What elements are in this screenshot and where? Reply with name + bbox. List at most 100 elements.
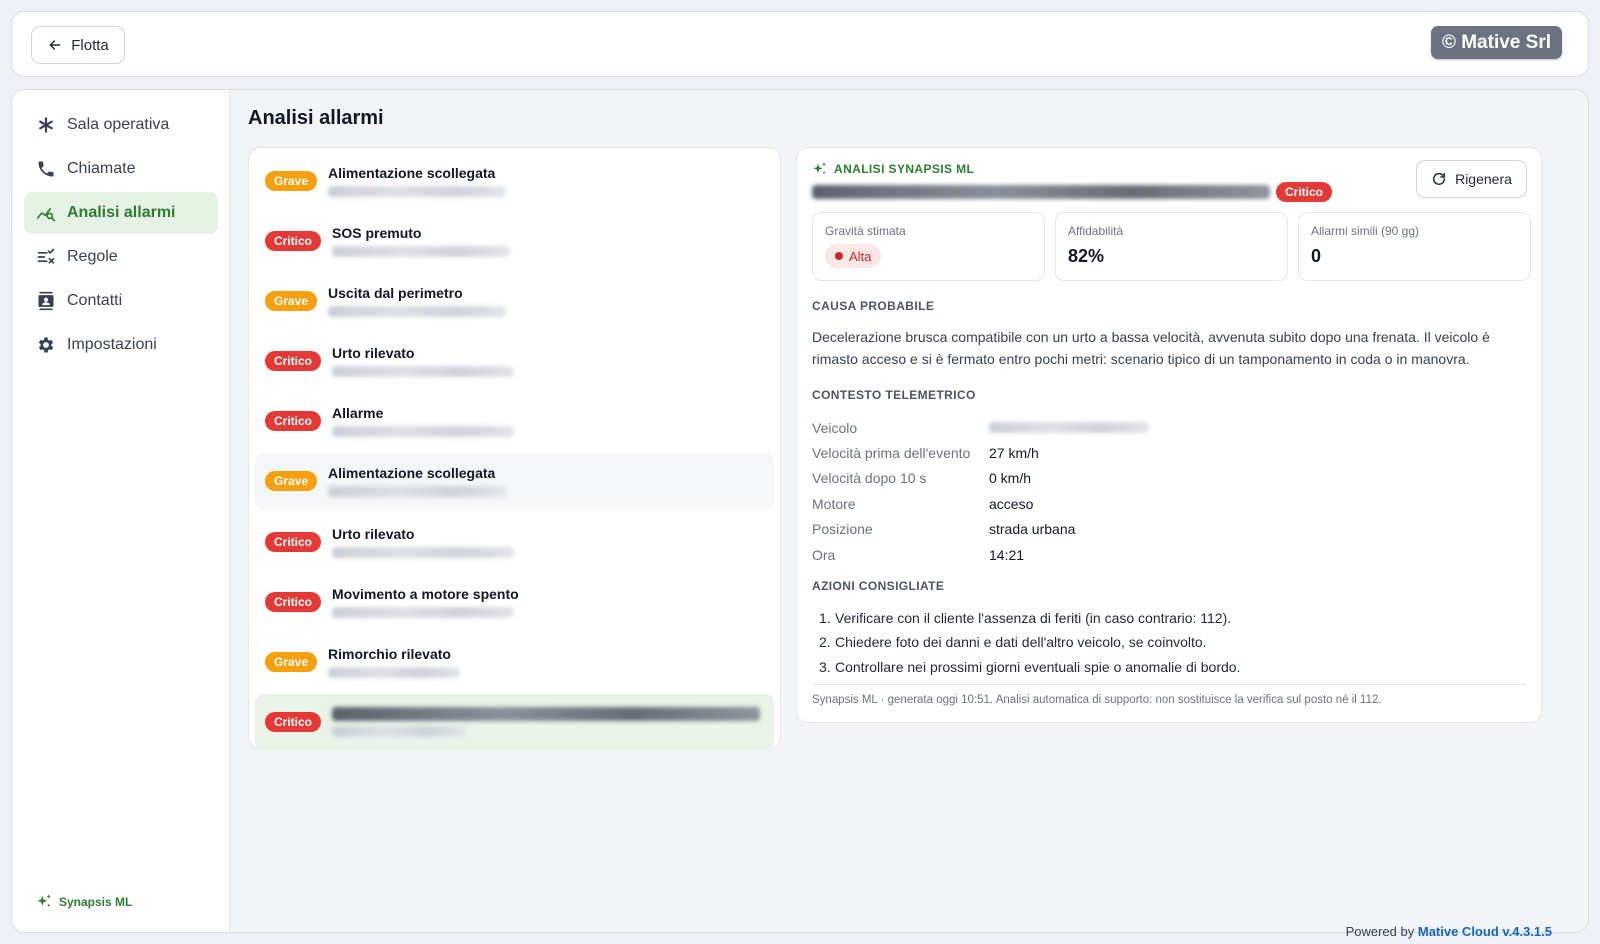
alarm-title: Movimento a motore spento — [332, 585, 519, 602]
refresh-icon — [1433, 172, 1446, 185]
severity-badge: Critico — [1276, 182, 1333, 202]
sidebar-footer: Synapsis ML — [36, 893, 132, 910]
severity-badge: Grave — [265, 652, 318, 672]
alarm-item[interactable]: Critico SOS premuto — [255, 212, 774, 269]
sidebar-item-label: Impostazioni — [67, 336, 157, 353]
telemetry-row: Veicolo — [812, 415, 1149, 440]
metric-label: Affidabilità — [1068, 224, 1124, 238]
alarm-item[interactable]: Grave Alimentazione scollegata — [255, 452, 774, 510]
alarm-meta-redacted — [332, 606, 515, 618]
action-item: 1. Verificare con il cliente l'assenza di… — [819, 610, 1232, 627]
brand-badge: © Mative Srl — [1430, 26, 1562, 59]
page-title: Analisi allarmi — [248, 107, 384, 129]
telemetry-key: Ora — [812, 546, 836, 563]
alarm-item[interactable]: Grave Uscita dal perimetro — [255, 272, 774, 329]
analysis-subline: Critico — [812, 182, 1333, 202]
sidebar-item-label: Analisi allarmi — [67, 204, 176, 221]
arrow-left-icon — [49, 40, 61, 50]
alarm-item-selected[interactable]: Critico — [255, 693, 774, 751]
analysis-footer: Synapsis ML · generata oggi 10:51. Anali… — [812, 694, 1382, 706]
sidebar-nav: Sala operativa Chiamate Analisi allarmi … — [24, 104, 218, 368]
alarm-item[interactable]: Critico Urto rilevato — [255, 333, 774, 390]
sidebar-footer-label: Synapsis ML — [59, 894, 133, 909]
sidebar-item-label: Regole — [67, 248, 118, 265]
telemetry-row: Velocità prima dell'evento 27 km/h — [812, 440, 1149, 465]
telemetry-key: Motore — [812, 495, 856, 512]
powered-prefix: Powered by — [1345, 924, 1415, 939]
severity-badge: Grave — [265, 170, 318, 191]
alarm-item[interactable]: Grave Rimorchio rilevato — [255, 634, 774, 691]
alarm-item[interactable]: Critico Movimento a motore spento — [255, 573, 774, 630]
asterisk-icon — [39, 117, 53, 133]
telemetry-key: Velocità prima dell'evento — [812, 445, 971, 462]
metric-value: 0 — [1311, 246, 1322, 266]
regenerate-button[interactable]: Rigenera — [1416, 160, 1527, 198]
action-text: Controllare nei prossimi giorni eventual… — [835, 658, 1241, 675]
rules-list-icon — [37, 248, 55, 264]
telemetry-value: strada urbana — [989, 521, 1076, 538]
back-button[interactable]: Flotta — [31, 26, 125, 64]
metric-gravity: Gravità stimata Alta — [812, 212, 1045, 281]
action-text: Verificare con il cliente l'assenza di f… — [835, 610, 1232, 627]
telemetry-key: Veicolo — [812, 419, 858, 436]
vehicle-redacted — [989, 422, 1149, 434]
app-frame: Sala operativa Chiamate Analisi allarmi … — [11, 89, 1589, 933]
sidebar-item-contatti[interactable]: Contatti — [24, 280, 218, 322]
severity-badge: Critico — [265, 351, 322, 372]
cause-text: Decelerazione brusca compatibile con un … — [812, 329, 1490, 367]
sidebar-item-label: Contatti — [67, 292, 123, 309]
telemetry-key: Posizione — [812, 521, 873, 538]
telemetry-row: Velocità dopo 10 s 0 km/h — [812, 466, 1149, 491]
alarm-list: Grave Alimentazione scollegata Critico S… — [248, 147, 781, 751]
powered-by: Powered by Mative Cloud v.4.3.1.5 — [1346, 924, 1552, 939]
alarm-item[interactable]: Grave Alimentazione scollegata — [255, 152, 774, 209]
back-button-label: Flotta — [71, 36, 109, 54]
product-version: Mative Cloud v.4.3.1.5 — [1417, 924, 1552, 939]
analysis-panel: ANALISI SYNAPSIS ML Critico Rigenera Gra… — [796, 147, 1542, 723]
sidebar-item-label: Chiamate — [67, 160, 136, 177]
sidebar-item-analisi-allarmi[interactable]: Analisi allarmi — [24, 192, 218, 234]
sidebar-item-chiamate[interactable]: Chiamate — [24, 148, 218, 190]
alarm-meta-redacted — [332, 726, 467, 738]
sparkles-icon — [37, 894, 51, 908]
analysis-subject-redacted — [812, 185, 1270, 199]
sidebar-item-label: Sala operativa — [67, 116, 170, 133]
alarm-title: Uscita dal perimetro — [328, 284, 463, 301]
telemetry-row: Posizione strada urbana — [812, 517, 1149, 542]
actions-heading: AZIONI CONSIGLIATE — [812, 579, 945, 593]
alarm-title: SOS premuto — [332, 224, 422, 241]
analysis-kicker: ANALISI SYNAPSIS ML — [812, 161, 974, 177]
telemetry-row: Ora 14:21 — [812, 542, 1149, 567]
metric-similar-alarms: Allarmi simili (90 gg) 0 — [1298, 212, 1531, 281]
action-item: 2. Chiedere foto dei danni e dati dell'al… — [819, 634, 1207, 651]
alarm-title: Urto rilevato — [332, 345, 415, 362]
telemetry-heading: CONTESTO TELEMETRICO — [812, 388, 976, 402]
regenerate-button-label: Rigenera — [1455, 171, 1512, 187]
alarm-meta-redacted — [332, 366, 515, 378]
severity-badge: Critico — [265, 230, 322, 251]
alarm-title: Rimorchio rilevato — [328, 646, 451, 662]
actions-list: 1. Verificare con il cliente l'assenza di… — [819, 606, 1240, 679]
sidebar-item-sala-operativa[interactable]: Sala operativa — [24, 104, 218, 146]
sidebar-item-impostazioni[interactable]: Impostazioni — [24, 324, 218, 366]
telemetry-table: Veicolo Velocità prima dell'evento 27 km… — [812, 415, 1149, 567]
alarm-meta-redacted — [332, 245, 511, 257]
sidebar-item-regole[interactable]: Regole — [24, 236, 218, 278]
action-item: 3. Controllare nei prossimi giorni eventu… — [819, 658, 1241, 675]
telemetry-row: Motore acceso — [812, 491, 1149, 516]
metric-label: Gravità stimata — [825, 224, 906, 238]
metric-reliability: Affidabilità 82% — [1055, 212, 1288, 281]
alarm-meta-redacted — [328, 486, 507, 498]
telemetry-value: 0 km/h — [989, 470, 1032, 487]
telemetry-value: acceso — [989, 495, 1034, 512]
severity-badge: Critico — [265, 531, 322, 552]
alarm-item[interactable]: Critico Urto rilevato — [255, 513, 774, 570]
gravity-value: Alta — [849, 248, 872, 264]
alarm-meta-redacted — [332, 426, 515, 438]
contacts-icon — [38, 291, 54, 311]
alarm-meta-redacted — [332, 546, 515, 558]
alarm-item[interactable]: Critico Allarme — [255, 393, 774, 450]
severity-badge: Grave — [265, 471, 318, 492]
action-text: Chiedere foto dei danni e dati dell'altr… — [835, 634, 1207, 651]
gear-icon — [38, 337, 54, 353]
